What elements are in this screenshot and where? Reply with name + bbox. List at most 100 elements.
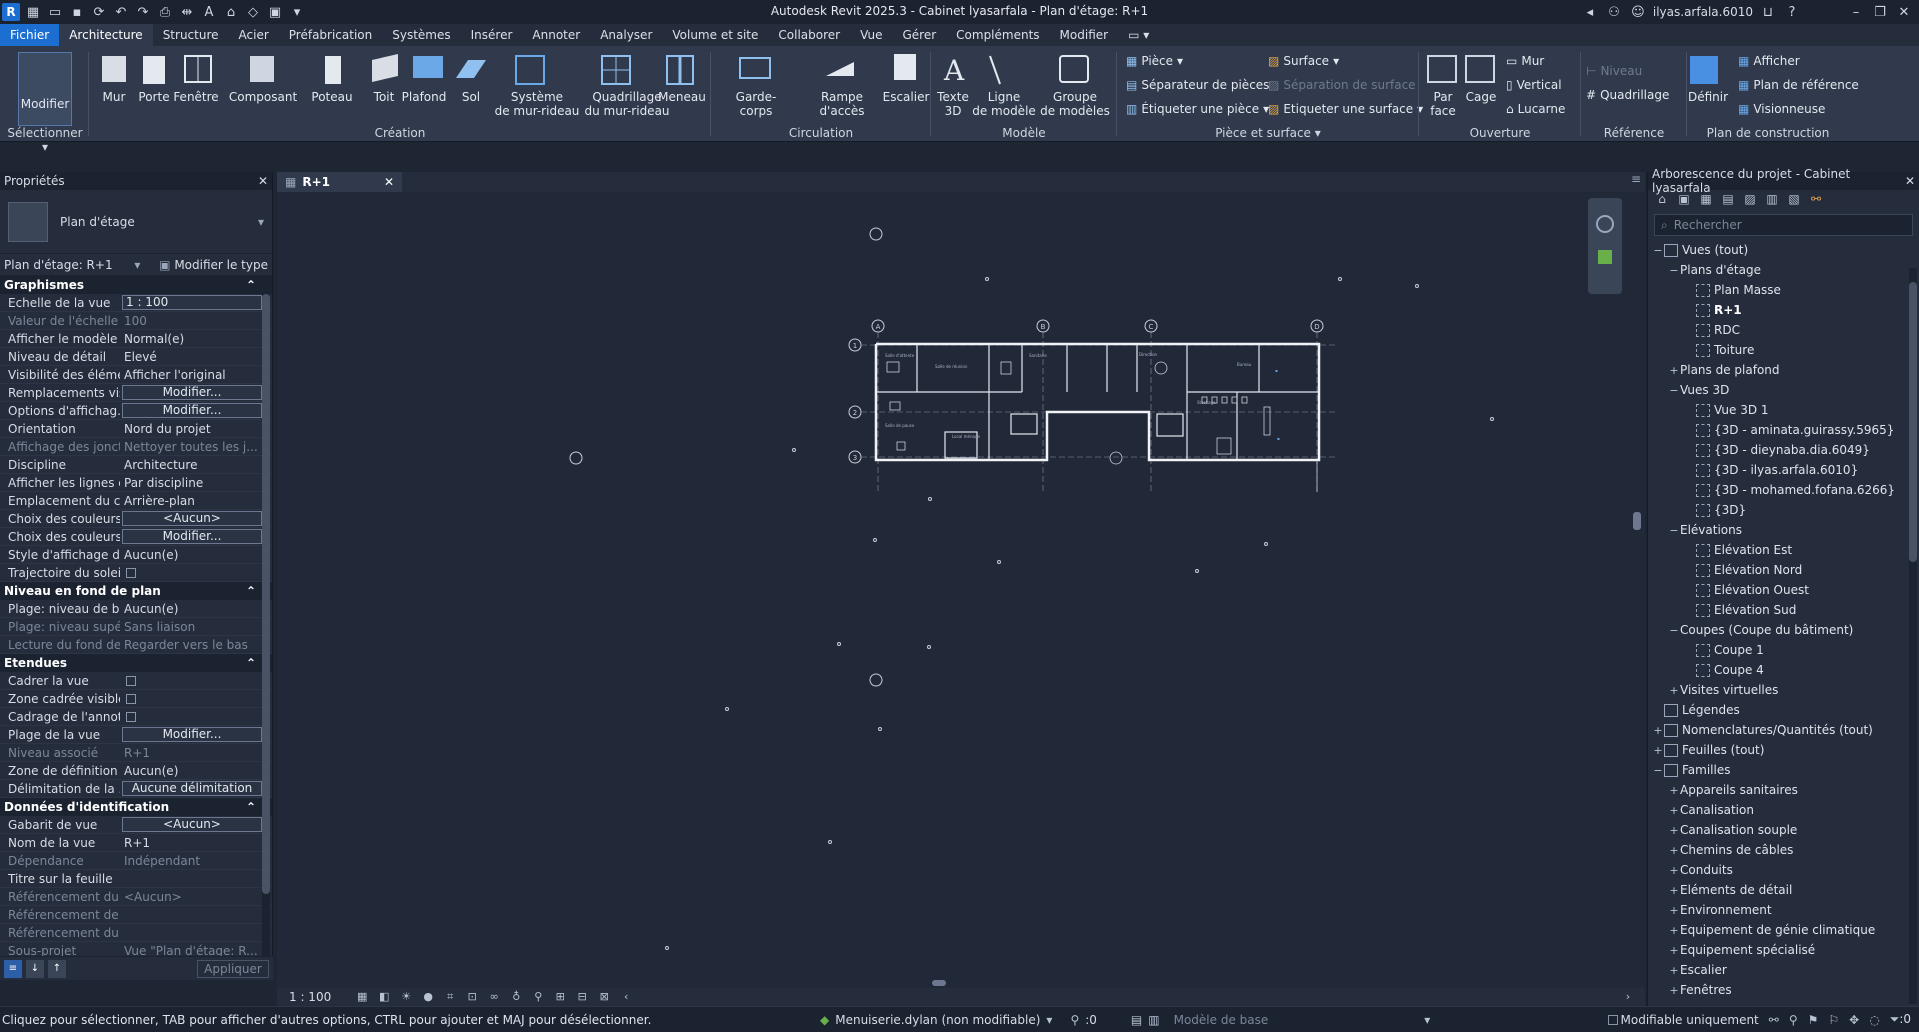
constraints-icon[interactable]: ⊟ bbox=[575, 990, 589, 1004]
tree-node[interactable]: − Plans d'étage bbox=[1648, 260, 1919, 280]
tree-node[interactable]: + Equipement spécialisé bbox=[1648, 940, 1919, 960]
tree-node[interactable]: + Canalisation bbox=[1648, 800, 1919, 820]
tree-node[interactable]: Vue 3D 1 bbox=[1648, 400, 1919, 420]
ribbon-tab-collaborer[interactable]: Collaborer bbox=[768, 24, 850, 46]
tree-node[interactable]: + Fenêtres bbox=[1648, 980, 1919, 1000]
sort-category-icon[interactable]: ≡ bbox=[4, 959, 22, 978]
ribbon-button-toit[interactable]: Toit bbox=[366, 90, 402, 104]
drawing-canvas[interactable]: A B C D 1 2 3 Salle d'attente Salle de r… bbox=[277, 192, 1645, 988]
tree-node[interactable]: − Familles bbox=[1648, 760, 1919, 780]
set-workplane-button[interactable]: Définir bbox=[1688, 90, 1728, 104]
property-group-header[interactable]: Etendues ⌃ bbox=[0, 654, 272, 672]
highlight-displacement-icon[interactable]: ⊞ bbox=[553, 990, 567, 1004]
ribbon-tab-volume-et-site[interactable]: Volume et site bbox=[662, 24, 768, 46]
property-value[interactable]: Normal(e) bbox=[120, 332, 272, 346]
text-icon[interactable]: A bbox=[200, 3, 218, 21]
ribbon-button-système[interactable]: Système de mur-rideau bbox=[492, 90, 582, 118]
grid-button[interactable]: # Quadrillage bbox=[1586, 88, 1669, 102]
collapse-icon[interactable]: − bbox=[1652, 764, 1664, 777]
room-button[interactable]: ▦ Pièce ▾ bbox=[1126, 54, 1183, 68]
expand-icon[interactable]: + bbox=[1668, 684, 1680, 697]
ribbon-button-poteau[interactable]: Poteau bbox=[310, 90, 354, 104]
property-value[interactable]: Elevé bbox=[120, 350, 272, 364]
expand-icon[interactable]: + bbox=[1668, 784, 1680, 797]
ribbon-tab-modifier[interactable]: Modifier bbox=[1050, 24, 1119, 46]
property-edit-button[interactable]: Modifier... bbox=[122, 403, 262, 418]
collapse-icon[interactable]: − bbox=[1668, 524, 1680, 537]
property-value[interactable]: Arrière-plan bbox=[120, 494, 272, 508]
dormer-button[interactable]: ⌂ Lucarne bbox=[1506, 102, 1565, 116]
ribbon-button-rampe-d-accès[interactable]: Rampe d'accès bbox=[800, 90, 884, 118]
tree-node[interactable]: + Environnement bbox=[1648, 900, 1919, 920]
ribbon-button-fenêtre[interactable]: Fenêtre bbox=[173, 90, 218, 104]
collapse-icon[interactable]: − bbox=[1668, 384, 1680, 397]
ribbon-button-texte[interactable]: Texte 3D bbox=[936, 90, 970, 118]
chevron-left-icon[interactable]: ‹ bbox=[619, 990, 633, 1004]
restore-icon[interactable]: ❐ bbox=[1871, 5, 1889, 20]
expand-icon[interactable]: + bbox=[1668, 924, 1680, 937]
collaborate-icon[interactable]: ⚇ bbox=[1605, 5, 1623, 20]
ribbon-button-groupe[interactable]: Groupe de modèles bbox=[1040, 90, 1110, 118]
tree-node[interactable]: Elévation Est bbox=[1648, 540, 1919, 560]
collapse-icon[interactable]: − bbox=[1668, 624, 1680, 637]
property-edit-button[interactable]: Modifier... bbox=[122, 529, 262, 544]
sun-path-icon[interactable]: ☀ bbox=[399, 990, 413, 1004]
ribbon-tab-acier[interactable]: Acier bbox=[229, 24, 279, 46]
cart-icon[interactable]: ⊔ bbox=[1759, 5, 1777, 20]
expand-icon[interactable]: + bbox=[1668, 844, 1680, 857]
ribbon-tab-compléments[interactable]: Compléments bbox=[946, 24, 1049, 46]
collapse-icon[interactable]: ⌃ bbox=[246, 656, 256, 670]
by-face-button[interactable]: Par face bbox=[1428, 90, 1458, 118]
expand-icon[interactable]: + bbox=[1668, 944, 1680, 957]
ribbon-tab-systèmes[interactable]: Systèmes bbox=[382, 24, 460, 46]
detail-level-icon[interactable]: ▦ bbox=[355, 990, 369, 1004]
home-icon[interactable]: ⌂ bbox=[1654, 192, 1670, 208]
tree-node[interactable]: − Vues 3D bbox=[1648, 380, 1919, 400]
property-value[interactable]: Aucun(e) bbox=[120, 764, 272, 778]
level-button[interactable]: ⊢ Niveau bbox=[1586, 64, 1642, 78]
collapse-icon[interactable]: ⌃ bbox=[246, 800, 256, 814]
select-pinned-icon[interactable]: ⚑ bbox=[1808, 1013, 1819, 1027]
close-icon[interactable]: ✕ bbox=[1895, 5, 1913, 20]
ribbon-button-sol[interactable]: Sol bbox=[452, 90, 490, 104]
instance-select[interactable]: Plan d'étage: R+1 ▾ bbox=[4, 258, 140, 272]
ribbon-tab-structure[interactable]: Structure bbox=[153, 24, 229, 46]
ribbon-button-porte[interactable]: Porte bbox=[136, 90, 172, 104]
ribbon-tab-insérer[interactable]: Insérer bbox=[461, 24, 523, 46]
tree-node[interactable]: Plan Masse bbox=[1648, 280, 1919, 300]
tree-node[interactable]: + Nomenclatures/Quantités (tout) bbox=[1648, 720, 1919, 740]
background-process-icon[interactable]: ◌ bbox=[1869, 1013, 1879, 1027]
room-separator-button[interactable]: ▤ Séparateur de pièces bbox=[1126, 78, 1269, 92]
property-group-header[interactable]: Graphismes ⌃ bbox=[0, 276, 272, 294]
revit-logo[interactable]: R bbox=[2, 3, 20, 21]
tree-node[interactable]: + Conduits bbox=[1648, 860, 1919, 880]
ribbon-tab-gérer[interactable]: Gérer bbox=[892, 24, 946, 46]
expand-icon[interactable]: + bbox=[1652, 744, 1664, 757]
ribbon-tab-préfabrication[interactable]: Préfabrication bbox=[279, 24, 382, 46]
tree-node[interactable]: + Plans de plafond bbox=[1648, 360, 1919, 380]
shaft-button[interactable]: Cage bbox=[1466, 90, 1497, 104]
measure-icon[interactable]: ⇹ bbox=[178, 3, 196, 21]
open-icon[interactable]: ▭ bbox=[46, 3, 64, 21]
ribbon-tab-fichier[interactable]: Fichier bbox=[0, 24, 60, 46]
ribbon-tab-extra-icon[interactable]: ▭ ▾ bbox=[1118, 24, 1159, 46]
ribbon-button-meneau[interactable]: Meneau bbox=[658, 90, 706, 104]
workset-selector[interactable]: ◆ Menuiserie.dylan (non modifiable) ▾ ⚲ … bbox=[820, 1013, 1430, 1027]
ribbon-button-escalier[interactable]: Escalier bbox=[883, 90, 930, 104]
tree-node[interactable]: + Appareils sanitaires bbox=[1648, 780, 1919, 800]
tree-node[interactable]: Elévation Sud bbox=[1648, 600, 1919, 620]
property-edit-button[interactable]: <Aucun> bbox=[122, 511, 262, 526]
property-edit-button[interactable]: Modifier... bbox=[122, 727, 262, 742]
tag-room-button[interactable]: ▥ Étiqueter une pièce ▾ bbox=[1126, 102, 1269, 116]
property-checkbox[interactable] bbox=[126, 567, 136, 578]
property-input[interactable]: 1 : 100 bbox=[122, 295, 262, 310]
sync-icon[interactable]: ⟳ bbox=[90, 3, 108, 21]
select-underlay-icon[interactable]: ⚲ bbox=[1789, 1013, 1798, 1027]
property-value[interactable]: R+1 bbox=[120, 836, 272, 850]
canvas-vscroll-thumb[interactable] bbox=[1633, 512, 1641, 530]
property-group-header[interactable]: Niveau en fond de plan ⌃ bbox=[0, 582, 272, 600]
tree-node[interactable]: {3D - dieynaba.dia.6049} bbox=[1648, 440, 1919, 460]
property-value[interactable]: Par discipline bbox=[120, 476, 272, 490]
editable-requests-icon[interactable]: ⚲ bbox=[1070, 1013, 1079, 1027]
sort-za-icon[interactable]: ↑ bbox=[48, 959, 66, 978]
